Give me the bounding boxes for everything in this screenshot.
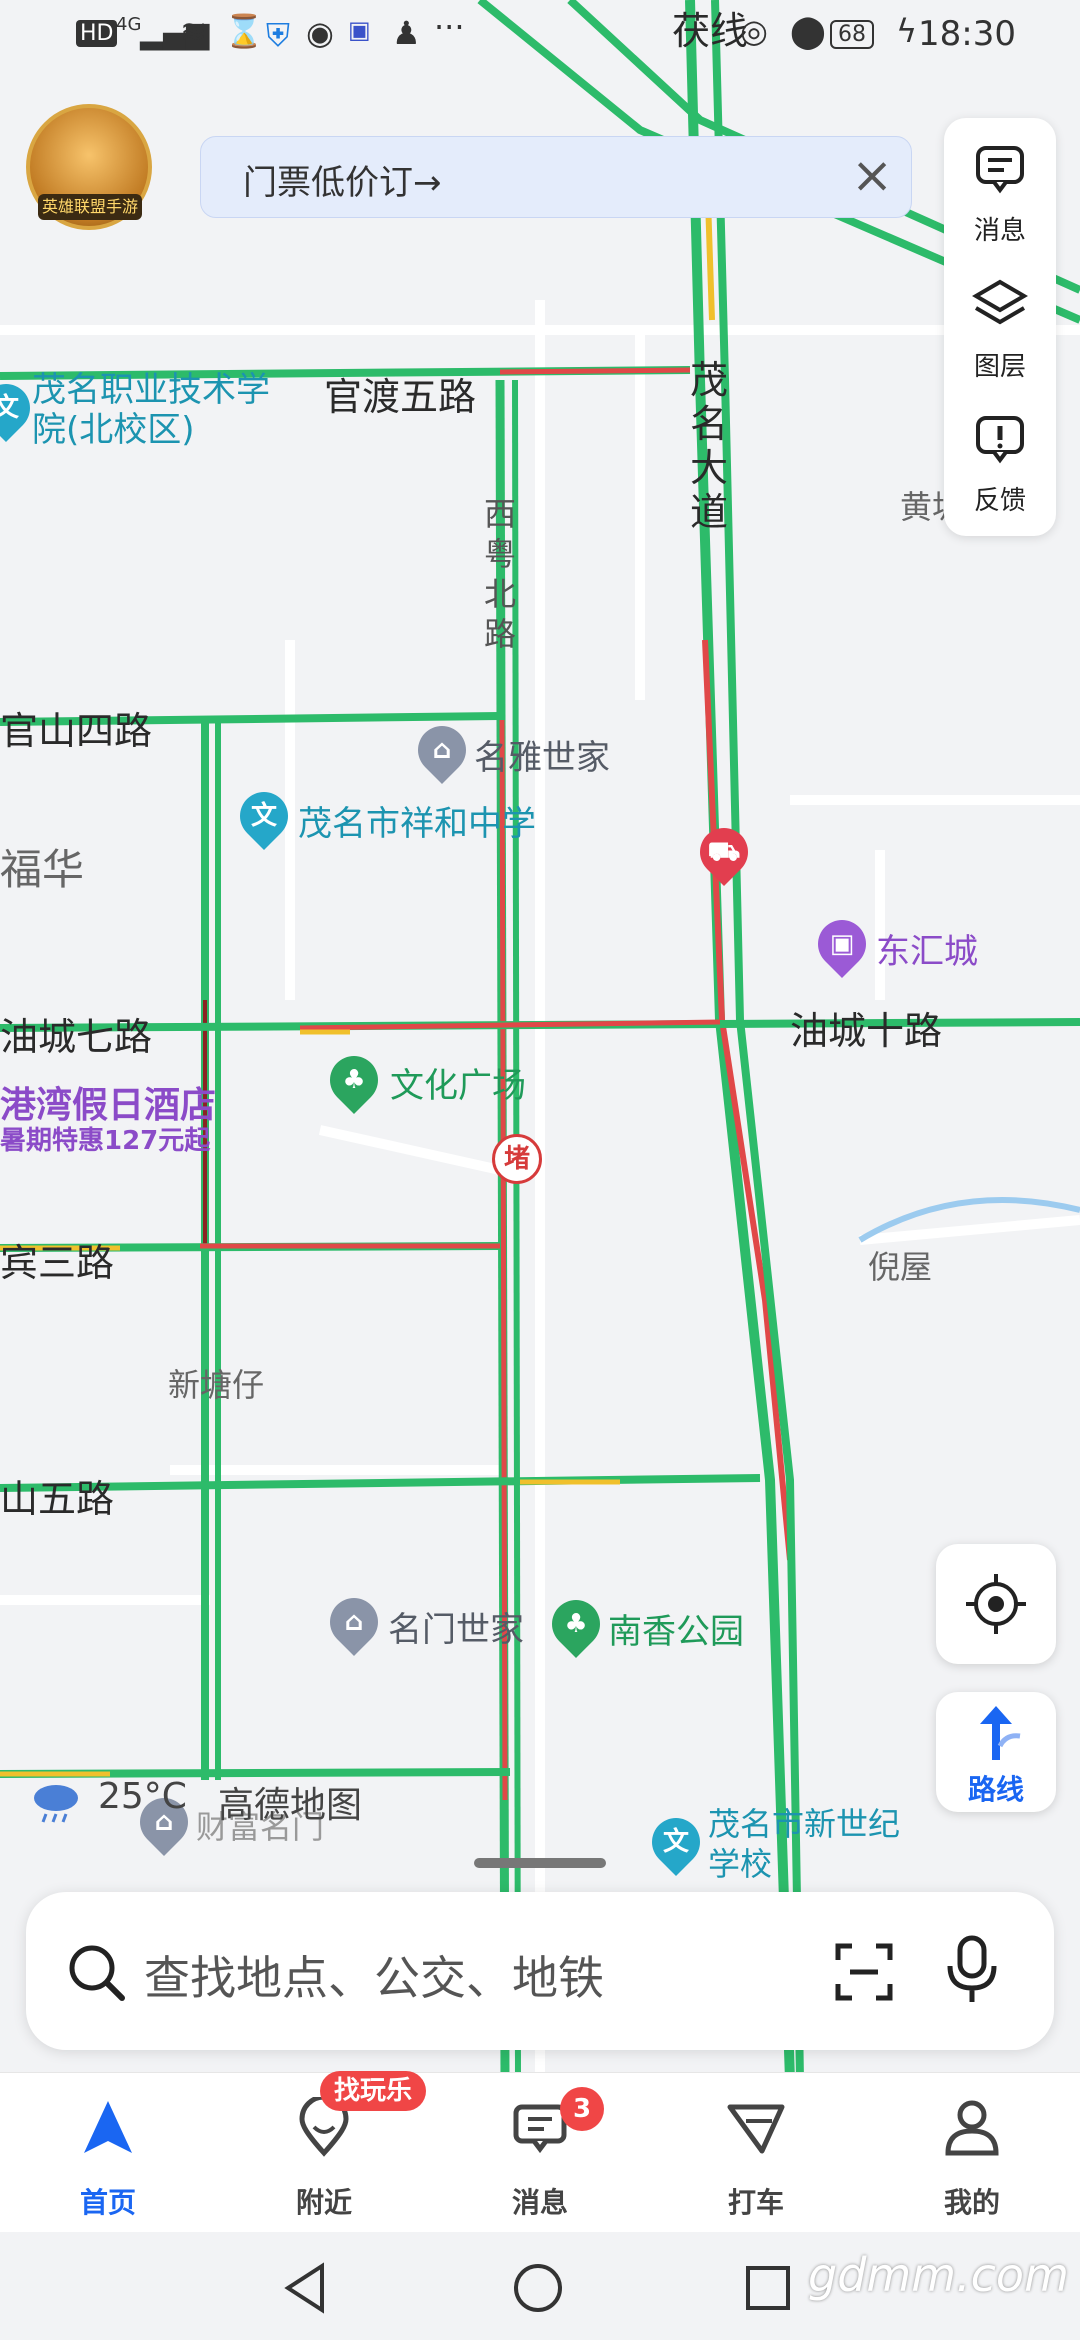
road-label-guanshan4: 官山四路 [0, 709, 153, 753]
messages-button[interactable]: 消息 [944, 126, 1056, 256]
weather-widget[interactable]: 25°C 高德地图 [30, 1776, 362, 1832]
road-label-shan5: 山五路 [0, 1477, 115, 1521]
bottom-tab-bar: 首页 找玩乐 附近 3 消息 打车 我的 [0, 2071, 1080, 2233]
area-label-fuhua: 福华 [0, 845, 85, 894]
layers-label: 图层 [973, 352, 1026, 382]
poi-donghui[interactable]: 东汇城 [876, 924, 978, 973]
taxi-icon [727, 2104, 785, 2154]
traffic-jam-badge[interactable]: 堵 [492, 1134, 542, 1184]
school-icon: 文 [642, 1808, 710, 1876]
hotel-promo: 暑期特惠127元起 [0, 1126, 211, 1156]
park-icon: ♣ [320, 1046, 388, 1114]
banner-text[interactable]: 门票低价订→ [243, 155, 442, 204]
recents-icon[interactable] [744, 2264, 792, 2312]
clock: 18:30 [918, 14, 1016, 54]
promo-banner[interactable]: 门票低价订→ × [200, 136, 912, 218]
tab-home[interactable]: 首页 [0, 2073, 216, 2233]
route-arrow-icon [980, 1706, 1021, 1760]
tab-taxi-label: 打车 [727, 2186, 784, 2219]
route-label: 路线 [967, 1773, 1024, 1806]
area-label-xintangzai: 新塘仔 [168, 1366, 265, 1404]
tab-taxi[interactable]: 打车 [648, 2073, 864, 2233]
qq-icon: ♟ [392, 14, 421, 52]
status-bar: HD 4G ▂▄▆ ≋ ⌛ ⛨ ◉ ▣ ♟ ··· ◎ ⬤ 68 ϟ 18:30 [0, 0, 1080, 70]
poi-mingya[interactable]: 名雅世家 [474, 730, 610, 779]
search-bar[interactable]: 查找地点、公交、地铁 [26, 1892, 1054, 2050]
road-label-maoming-avenue: 茂名大道 [690, 358, 729, 534]
school-icon: 文 [230, 782, 298, 850]
close-icon[interactable]: × [851, 147, 893, 203]
layers-button[interactable]: 图层 [944, 262, 1056, 392]
road-label-youcheng7: 油城七路 [0, 1015, 153, 1059]
bus-station-icon[interactable]: ⛟ [690, 818, 758, 886]
vpn-icon: ◉ [306, 14, 334, 52]
nearby-promo-pill: 找玩乐 [320, 2071, 427, 2111]
feedback-label: 反馈 [973, 486, 1026, 516]
map-tools-panel: 消息 图层 反馈 [944, 118, 1056, 536]
location-icon: ⬤ [790, 12, 826, 50]
park-icon: ♣ [542, 1590, 610, 1658]
tab-messages[interactable]: 3 消息 [432, 2073, 648, 2233]
system-nav-bar: gdmm.com [0, 2232, 1080, 2340]
road-label-xiyue-north: 西粤北路 [484, 495, 517, 653]
road-label-bin3: 宾三路 [0, 1241, 115, 1285]
messages-label: 消息 [973, 216, 1026, 246]
road-label-youcheng10: 油城十路 [790, 1009, 943, 1053]
sheet-drag-handle[interactable] [474, 1858, 606, 1868]
locate-button[interactable] [936, 1544, 1056, 1664]
tab-nearby-label: 附近 [295, 2186, 352, 2219]
message-count-badge: 3 [560, 2087, 604, 2131]
poi-nanxiang-park[interactable]: 南香公园 [608, 1604, 744, 1653]
home-circle-icon[interactable] [512, 2262, 564, 2314]
route-button[interactable]: 路线 [936, 1692, 1056, 1812]
poi-culture-square[interactable]: 文化广场 [390, 1058, 526, 1107]
wifi-icon: ≋ [180, 12, 207, 50]
tab-profile[interactable]: 我的 [864, 2073, 1080, 2233]
hd-indicator: HD [76, 20, 118, 47]
residential-icon: ⌂ [408, 716, 476, 784]
avatar-badge: 英雄联盟手游 [38, 194, 142, 220]
poi-xinshiji-school[interactable]: 茂名市新世纪学校 [708, 1804, 908, 1884]
poi-vocational-college[interactable]: 茂名职业技术学院(北校区) [32, 370, 292, 450]
search-input[interactable]: 查找地点、公交、地铁 [144, 1942, 604, 2008]
poi-xianghe-school[interactable]: 茂名市祥和中学 [298, 796, 536, 845]
tab-messages-label: 消息 [511, 2186, 568, 2219]
more-icon: ··· [434, 8, 465, 46]
locate-crosshair-icon [966, 1574, 1026, 1634]
poi-mingmen[interactable]: 名门世家 [388, 1602, 524, 1651]
microphone-icon[interactable] [944, 1934, 1000, 2006]
app-notification-icon: ▣ [348, 16, 371, 44]
message-icon [976, 146, 1024, 194]
eye-icon: ◎ [740, 12, 768, 50]
residential-icon: ⌂ [320, 1588, 388, 1656]
feedback-icon [976, 416, 1024, 464]
shield-icon: ⛨ [266, 16, 291, 54]
tab-profile-label: 我的 [943, 2186, 1000, 2219]
tab-nearby[interactable]: 找玩乐 附近 [216, 2071, 432, 2233]
road-label-guandu5: 官渡五路 [324, 375, 477, 419]
network-type: 4G [116, 14, 142, 35]
charging-icon: ϟ [896, 12, 918, 50]
watermark: gdmm.com [808, 2248, 1069, 2302]
weather-temp: 25°C [98, 1776, 187, 1817]
tab-home-label: 首页 [79, 2186, 136, 2219]
layers-icon [972, 279, 1028, 325]
area-label-nixiu: 倪屋 [868, 1248, 933, 1286]
home-navigation-icon [84, 2101, 132, 2153]
feedback-button[interactable]: 反馈 [944, 396, 1056, 526]
brand-label: 高德地图 [218, 1785, 363, 1826]
cloud-rain-icon [34, 1785, 78, 1823]
scan-icon[interactable] [832, 1940, 896, 2004]
battery-level: 68 [830, 20, 874, 49]
search-icon [69, 1945, 125, 2001]
hourglass-icon: ⌛ [224, 12, 264, 50]
shopping-icon: ▣ [808, 910, 876, 978]
back-icon[interactable] [282, 2262, 330, 2314]
map-canvas[interactable]: 茯线 官渡五路 茂名大道 西粤北路 官山四路 油城七路 油城十路 宾三路 山五路… [0, 0, 1080, 2080]
profile-icon [945, 2100, 999, 2156]
game-avatar[interactable]: 英雄联盟手游 [26, 104, 152, 230]
